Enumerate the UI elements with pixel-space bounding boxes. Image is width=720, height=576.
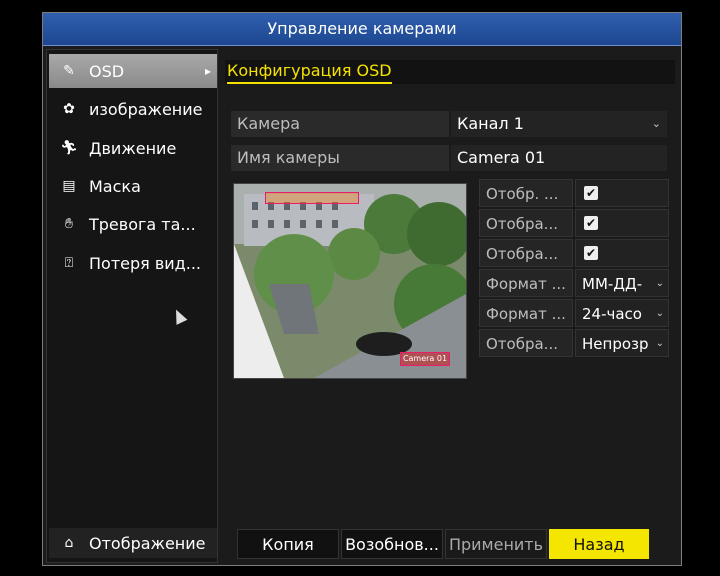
window-title: Управление камерами: [43, 13, 681, 46]
checkmark-icon: ✔: [584, 216, 598, 230]
option-row: Формат ... ММ-ДД- ⌄: [479, 269, 669, 297]
option-row: Отобра... ✔: [479, 209, 669, 237]
option-checkbox[interactable]: ✔: [575, 209, 669, 237]
camera-name-label: Имя камеры: [231, 145, 449, 171]
running-person-icon: 🏃︎: [60, 140, 78, 156]
camera-name-row: Имя камеры Camera 01: [231, 145, 667, 171]
sidebar-item-label: Тревога та...: [89, 214, 196, 234]
chevron-down-icon: ⌄: [655, 330, 664, 356]
select-value: ММ-ДД-: [582, 275, 643, 293]
sidebar-item-video-loss[interactable]: ⍰ Потеря вид...: [49, 246, 217, 280]
copy-button[interactable]: Копия: [237, 529, 339, 559]
camera-select-value: Канал 1: [457, 114, 524, 133]
option-label: Формат ...: [479, 299, 573, 327]
osd-date-overlay[interactable]: [265, 192, 359, 204]
select-value: 24-часо: [582, 305, 642, 323]
restore-button[interactable]: Возобнов...: [341, 529, 443, 559]
sidebar-item-image[interactable]: ✿ изображение: [49, 92, 217, 126]
option-row: Отобр. ... ✔: [479, 179, 669, 207]
back-button[interactable]: Назад: [549, 529, 649, 559]
option-row: Отобра... ✔: [479, 239, 669, 267]
sidebar-item-osd[interactable]: ✎ OSD ▸: [49, 54, 217, 88]
option-row: Формат ... 24-часо ⌄: [479, 299, 669, 327]
checkmark-icon: ✔: [584, 246, 598, 260]
option-label: Отобра...: [479, 239, 573, 267]
display-mode-select[interactable]: Непрозр ⌄: [575, 329, 669, 357]
chevron-right-icon: ▸: [204, 64, 211, 78]
select-value: Непрозр: [582, 335, 649, 353]
sidebar-item-motion[interactable]: 🏃︎ Движение: [49, 131, 217, 165]
video-loss-icon: ⍰: [64, 255, 74, 271]
section-title: Конфигурация OSD: [227, 60, 392, 84]
chevron-down-icon: ⌄: [651, 117, 661, 130]
camera-management-window: Управление камерами ✎ OSD ▸ ✿ изображени…: [42, 12, 682, 566]
home-icon: ⌂: [64, 535, 74, 551]
option-label: Отобр. ...: [479, 179, 573, 207]
sidebar-item-label: Потеря вид...: [89, 253, 201, 273]
sidebar-item-label: Движение: [89, 138, 177, 158]
sidebar-item-label: Маска: [89, 176, 141, 196]
camera-name-field[interactable]: Camera 01: [451, 145, 667, 171]
sidebar-item-label: OSD: [89, 61, 125, 81]
osd-camera-name-overlay[interactable]: Camera 01: [400, 352, 450, 366]
sidebar: ✎ OSD ▸ ✿ изображение 🏃︎ Движение ▤ Маск…: [46, 49, 218, 563]
option-label: Отобра...: [479, 329, 573, 357]
time-format-select[interactable]: 24-часо ⌄: [575, 299, 669, 327]
sidebar-item-label: Отображение: [89, 533, 206, 553]
option-label: Формат ...: [479, 269, 573, 297]
sidebar-item-label: изображение: [89, 99, 203, 119]
camera-preview[interactable]: Camera 01: [233, 183, 467, 379]
main-panel: Конфигурация OSD Камера Канал 1 ⌄ Имя ка…: [221, 49, 679, 563]
checkmark-icon: ✔: [584, 186, 598, 200]
edit-icon: ✎: [63, 63, 75, 79]
option-checkbox[interactable]: ✔: [575, 239, 669, 267]
camera-select-row: Камера Канал 1 ⌄: [231, 111, 667, 137]
option-row: Отобра... Непрозр ⌄: [479, 329, 669, 357]
apply-button[interactable]: Применить: [445, 529, 547, 559]
camera-select[interactable]: Канал 1 ⌄: [451, 111, 667, 137]
option-label: Отобра...: [479, 209, 573, 237]
mask-icon: ▤: [62, 178, 76, 194]
chevron-down-icon: ⌄: [655, 270, 664, 296]
camera-label: Камера: [231, 111, 449, 137]
date-format-select[interactable]: ММ-ДД- ⌄: [575, 269, 669, 297]
chevron-down-icon: ⌄: [655, 300, 664, 326]
image-adjust-icon: ✿: [63, 101, 75, 117]
hand-icon: ✋︎: [65, 216, 73, 232]
sidebar-item-display[interactable]: ⌂ Отображение: [49, 528, 217, 558]
sidebar-item-tamper-alarm[interactable]: ✋︎ Тревога та...: [49, 207, 217, 241]
option-checkbox[interactable]: ✔: [575, 179, 669, 207]
action-buttons: Копия Возобнов... Применить Назад: [237, 529, 677, 559]
camera-preview-image: [234, 184, 466, 378]
section-title-bar: Конфигурация OSD: [225, 60, 675, 84]
sidebar-item-mask[interactable]: ▤ Маска: [49, 169, 217, 203]
